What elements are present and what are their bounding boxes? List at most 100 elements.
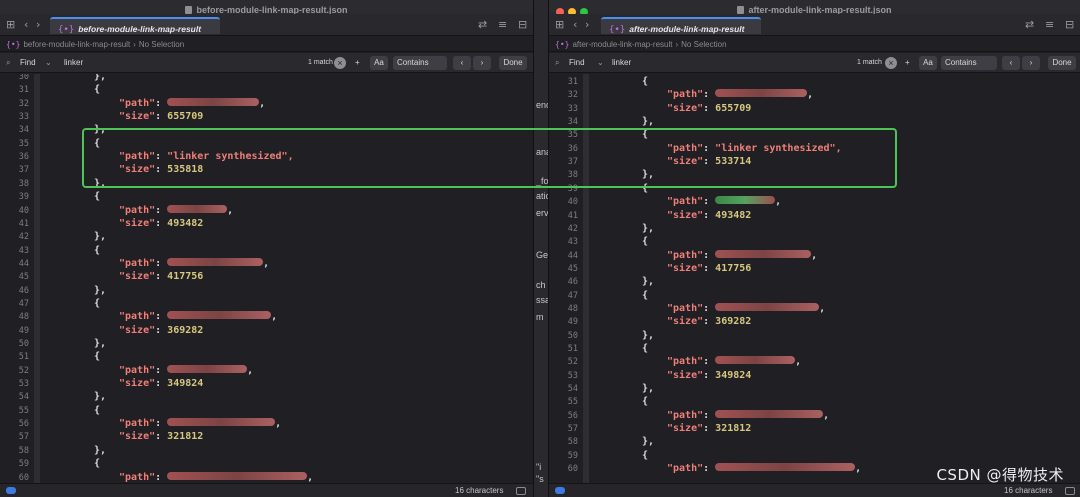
debug-toggle-icon[interactable]: [6, 487, 16, 494]
find-mode[interactable]: Find: [20, 56, 36, 70]
find-mode-dropdown-icon[interactable]: ⌄: [45, 56, 52, 70]
json-key: "size": [119, 271, 156, 283]
line-number: 53: [18, 379, 29, 390]
find-mode[interactable]: Find: [569, 56, 585, 70]
comma: ,: [807, 89, 814, 101]
redacted-path-value: [167, 204, 228, 213]
line-number: 45: [18, 272, 29, 283]
comma: ,: [307, 471, 314, 483]
tab-bar: ⊞ ‹ › {•} before-module-link-map-result ⇄…: [0, 14, 533, 36]
redacted-path-value: [715, 249, 812, 258]
find-mode-dropdown-icon[interactable]: ⌄: [597, 56, 604, 70]
code-line: {: [642, 236, 648, 247]
code-line: },: [94, 231, 106, 242]
status-bar: 16 characters: [549, 483, 1080, 497]
colon: :: [703, 249, 716, 261]
comma: ,: [795, 356, 802, 368]
code-line: "path": ,: [667, 302, 825, 314]
character-count: 16 characters: [455, 486, 504, 495]
comma: ,: [259, 97, 266, 109]
split-editor-icon[interactable]: ⊟: [518, 18, 527, 32]
clear-search-icon[interactable]: ×: [885, 57, 897, 69]
split-editor-icon[interactable]: ⊟: [1065, 18, 1074, 32]
grid-icon[interactable]: ⊞: [555, 18, 564, 32]
forward-chevron-icon[interactable]: ›: [36, 18, 40, 32]
code-line: "path": ,: [667, 89, 813, 100]
back-chevron-icon[interactable]: ‹: [24, 18, 28, 32]
back-chevron-icon[interactable]: ‹: [573, 18, 577, 32]
magnifier-icon: ⌕: [6, 58, 11, 67]
tab-label: before-module-link-map-result: [78, 24, 202, 34]
json-number-value: 655709: [167, 111, 204, 123]
colon: :: [155, 204, 168, 216]
grid-icon[interactable]: ⊞: [6, 18, 15, 32]
previous-match-button[interactable]: ‹: [453, 56, 471, 70]
code-line: {: [642, 290, 648, 301]
line-number: 44: [18, 258, 29, 269]
done-button[interactable]: Done: [499, 56, 527, 70]
code-line: "size": 369282: [667, 316, 751, 327]
code-punctuation: },: [642, 276, 655, 288]
previous-match-button[interactable]: ‹: [1002, 56, 1020, 70]
code-line: "size": 493482: [119, 218, 203, 229]
match-case-button[interactable]: Aa: [919, 56, 937, 70]
json-icon: {•}: [609, 25, 626, 35]
code-punctuation: {: [642, 289, 649, 301]
next-match-button[interactable]: ›: [1022, 56, 1040, 70]
code-line: "size": 349824: [667, 370, 751, 381]
redacted-path-value: [167, 257, 264, 266]
colon: :: [703, 463, 716, 475]
list-icon[interactable]: ≡: [1045, 18, 1054, 32]
match-case-button[interactable]: Aa: [370, 56, 388, 70]
json-number-value: 417756: [715, 262, 752, 274]
panel-toggle-icon[interactable]: [516, 487, 526, 495]
json-key: "size": [119, 217, 156, 229]
code-line: "path": ,: [119, 418, 281, 429]
tab-file[interactable]: {•} before-module-link-map-result: [50, 17, 220, 35]
json-number-value: 493482: [167, 217, 204, 229]
json-number-value: 369282: [167, 324, 204, 336]
contains-select[interactable]: Contains: [941, 56, 997, 70]
jump-selection[interactable]: No Selection: [139, 40, 184, 49]
list-icon[interactable]: ≡: [498, 18, 507, 32]
json-key: "size": [119, 111, 156, 123]
tab-file[interactable]: {•} after-module-link-map-result: [601, 17, 761, 35]
line-number: 34: [18, 125, 29, 136]
line-number: 50: [567, 330, 578, 341]
forward-chevron-icon[interactable]: ›: [585, 18, 589, 32]
clear-search-icon[interactable]: ×: [334, 57, 346, 69]
jump-file[interactable]: after-module-link-map-result: [572, 40, 672, 49]
code-line: "size": 369282: [119, 325, 203, 336]
code-line: },: [94, 285, 106, 296]
json-key: "size": [119, 431, 156, 443]
find-input[interactable]: linker: [612, 56, 631, 70]
code-line: {: [642, 76, 648, 87]
code-line: {: [642, 343, 648, 354]
code-line: "path": ,: [119, 364, 253, 376]
line-number: 56: [567, 410, 578, 421]
code-line: {: [94, 298, 100, 309]
add-pattern-icon[interactable]: +: [905, 56, 910, 70]
line-number: 57: [18, 432, 29, 443]
swap-icon[interactable]: ⇄: [1025, 18, 1034, 32]
find-input[interactable]: linker: [64, 56, 83, 70]
jump-file[interactable]: before-module-link-map-result: [23, 40, 130, 49]
code-line: },: [642, 116, 654, 127]
swap-icon[interactable]: ⇄: [478, 18, 487, 32]
panel-toggle-icon[interactable]: [1065, 487, 1075, 495]
colon: :: [703, 262, 716, 274]
contains-select[interactable]: Contains: [393, 56, 447, 70]
json-key: "path": [667, 196, 704, 208]
add-pattern-icon[interactable]: +: [355, 56, 360, 70]
debug-toggle-icon[interactable]: [555, 487, 565, 494]
code-line: "size": 321812: [667, 423, 751, 434]
code-line: },: [94, 74, 106, 82]
done-button[interactable]: Done: [1048, 56, 1076, 70]
code-line: {: [94, 405, 100, 416]
redacted-path-value: [715, 409, 824, 418]
line-number: 39: [18, 192, 29, 203]
background-text-fragment: m: [536, 312, 544, 322]
fold-ribbon[interactable]: [34, 74, 40, 483]
jump-selection[interactable]: No Selection: [681, 40, 726, 49]
next-match-button[interactable]: ›: [473, 56, 491, 70]
